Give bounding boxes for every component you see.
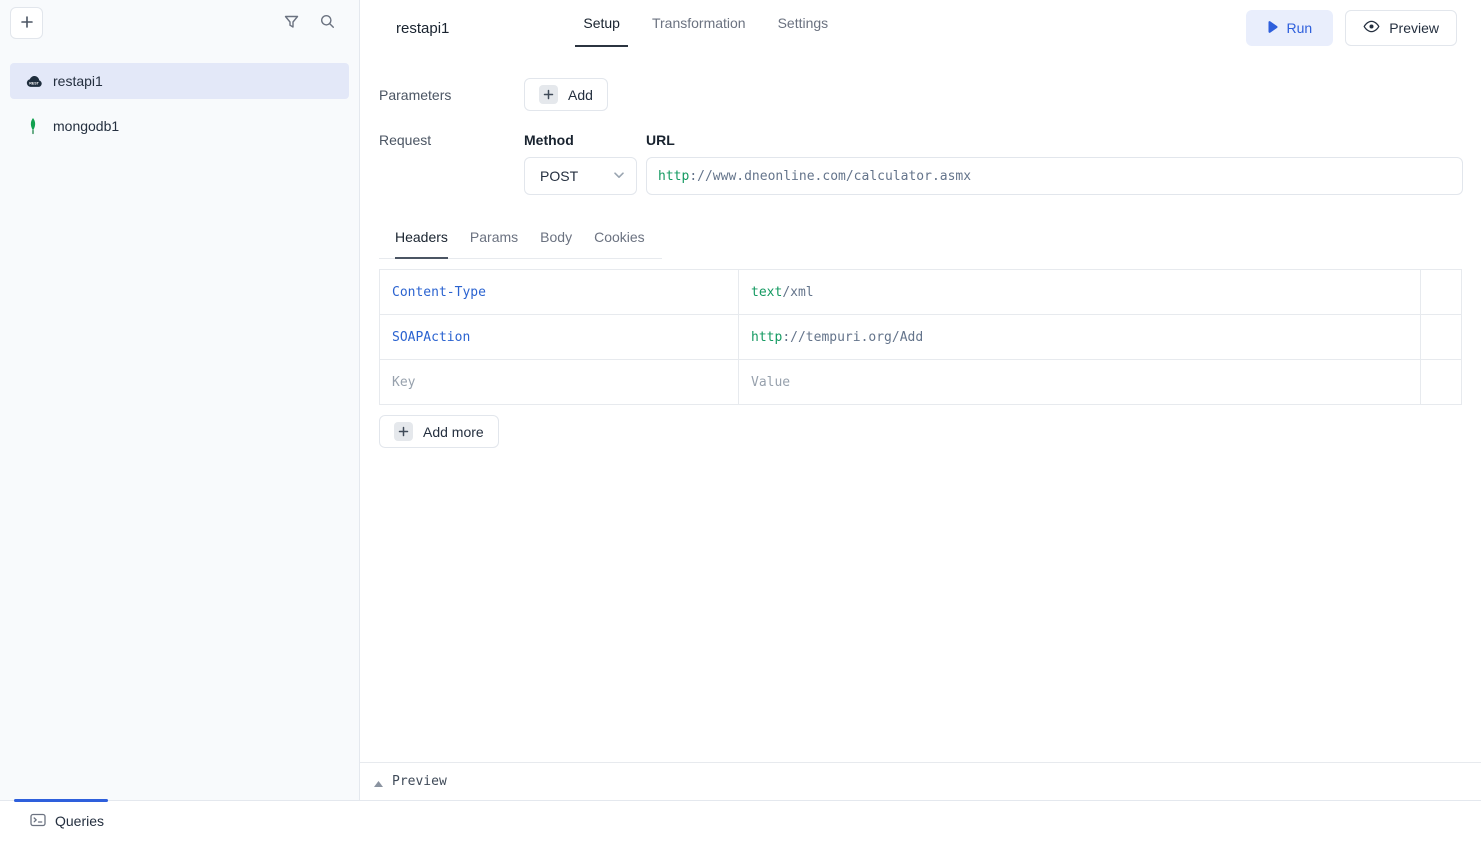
preview-button-label: Preview — [1389, 20, 1439, 36]
svg-text:REST: REST — [29, 81, 39, 85]
trash-icon — [1420, 269, 1462, 314]
add-parameter-button[interactable]: Add — [524, 78, 608, 111]
trash-icon — [1420, 359, 1462, 404]
add-more-button[interactable]: Add more — [379, 415, 499, 448]
plus-square-icon — [539, 85, 558, 104]
header-value-rest: /xml — [782, 285, 813, 300]
header-row-actions — [1420, 269, 1462, 314]
main-topbar: restapi1 Setup Transformation Settings R… — [360, 0, 1481, 56]
delete-header-button[interactable] — [1420, 314, 1462, 359]
header-key-input[interactable] — [392, 375, 726, 390]
header-value-cell — [738, 359, 1420, 404]
sidebar: REST restapi1 mongodb1 — [0, 0, 360, 800]
add-parameter-label: Add — [568, 87, 593, 103]
queries-label: Queries — [55, 813, 104, 829]
url-input[interactable]: http://www.dneonline.com/calculator.asmx — [646, 157, 1463, 195]
run-button-label: Run — [1287, 20, 1313, 36]
request-config-tabs: Headers Params Body Cookies — [379, 225, 662, 259]
tab-headers[interactable]: Headers — [395, 225, 448, 259]
tab-params[interactable]: Params — [470, 225, 518, 259]
url-label: URL — [646, 132, 1463, 148]
header-row-actions — [1420, 359, 1462, 404]
editor-mode-tabs: Setup Transformation Settings — [575, 0, 836, 47]
url-field: URL http://www.dneonline.com/calculator.… — [646, 132, 1463, 195]
search-icon — [320, 14, 335, 32]
method-label: Method — [524, 132, 637, 148]
filter-button[interactable] — [284, 14, 299, 32]
header-row — [379, 359, 1462, 404]
preview-button[interactable]: Preview — [1345, 10, 1457, 46]
preview-toggle-label: Preview — [392, 774, 447, 789]
request-label: Request — [379, 132, 524, 148]
chevron-down-icon — [611, 167, 627, 186]
tab-body[interactable]: Body — [540, 225, 572, 259]
header-value-field[interactable]: http://tempuri.org/Add — [738, 314, 1420, 359]
header-key-cell — [379, 359, 738, 404]
bottom-bar: Queries — [0, 800, 1481, 841]
query-item-restapi1[interactable]: REST restapi1 — [10, 63, 349, 99]
header-value-head: text — [751, 285, 782, 300]
query-title: restapi1 — [396, 20, 449, 37]
rest-api-cloud-icon: REST — [23, 74, 43, 89]
header-key-field[interactable]: Content-Type — [379, 269, 738, 314]
add-more-label: Add more — [423, 424, 484, 440]
add-query-button[interactable] — [10, 7, 43, 39]
header-row: SOAPAction http://tempuri.org/Add — [379, 314, 1462, 359]
delete-header-button[interactable] — [1420, 269, 1462, 314]
bottom-tab-queries[interactable]: Queries — [30, 813, 104, 830]
header-row-actions — [1420, 314, 1462, 359]
active-tab-indicator — [14, 799, 108, 802]
parameters-label: Parameters — [379, 87, 524, 103]
filter-icon — [284, 15, 299, 32]
header-value-field[interactable]: text/xml — [738, 269, 1420, 314]
header-value-head: http — [751, 330, 782, 345]
query-item-label: mongodb1 — [53, 118, 119, 134]
search-button[interactable] — [320, 14, 335, 32]
query-item-mongodb1[interactable]: mongodb1 — [10, 108, 349, 144]
queries-icon — [30, 813, 46, 830]
main-panel: restapi1 Setup Transformation Settings R… — [360, 0, 1481, 800]
add-more-section: Add more — [379, 415, 1463, 448]
header-row: Content-Type text/xml — [379, 269, 1462, 314]
method-select[interactable]: POST — [524, 157, 637, 195]
header-key-field[interactable]: SOAPAction — [379, 314, 738, 359]
parameters-section: Parameters Add — [379, 78, 1463, 111]
run-button[interactable]: Run — [1246, 10, 1334, 46]
url-rest: ://www.dneonline.com/calculator.asmx — [689, 169, 971, 184]
request-fields: Method POST URL http://www.dneonline.com… — [524, 132, 1463, 195]
request-section: Request Method POST URL — [379, 132, 1463, 195]
app-window: REST restapi1 mongodb1 restapi1 Setup T — [0, 0, 1481, 841]
tab-settings[interactable]: Settings — [770, 0, 837, 47]
response-preview-toggle[interactable]: Preview — [360, 762, 1481, 800]
method-selected-value: POST — [540, 168, 578, 184]
plus-icon — [20, 15, 34, 32]
trash-icon — [1420, 314, 1462, 359]
play-icon — [1267, 20, 1278, 36]
query-item-label: restapi1 — [53, 73, 103, 89]
header-value-input[interactable] — [751, 375, 1408, 390]
tab-cookies[interactable]: Cookies — [594, 225, 645, 259]
tab-setup[interactable]: Setup — [575, 0, 628, 47]
sidebar-toolbar — [0, 0, 359, 46]
header-value-rest: ://tempuri.org/Add — [782, 330, 923, 345]
setup-panel: Parameters Add Request Method — [360, 56, 1481, 762]
topbar-actions: Run Preview — [1246, 10, 1457, 46]
sidebar-toolbar-icons — [284, 14, 335, 32]
method-field: Method POST — [524, 132, 637, 195]
mongodb-leaf-icon — [23, 117, 43, 135]
workspace: REST restapi1 mongodb1 restapi1 Setup T — [0, 0, 1481, 800]
query-list: REST restapi1 mongodb1 — [0, 46, 359, 144]
collapse-up-icon — [374, 774, 383, 790]
delete-header-button[interactable] — [1420, 359, 1462, 404]
plus-square-icon — [394, 422, 413, 441]
url-scheme: http — [658, 169, 689, 184]
tab-transformation[interactable]: Transformation — [644, 0, 754, 47]
eye-icon — [1363, 20, 1380, 36]
headers-table: Content-Type text/xml SOAPAction — [379, 269, 1462, 405]
